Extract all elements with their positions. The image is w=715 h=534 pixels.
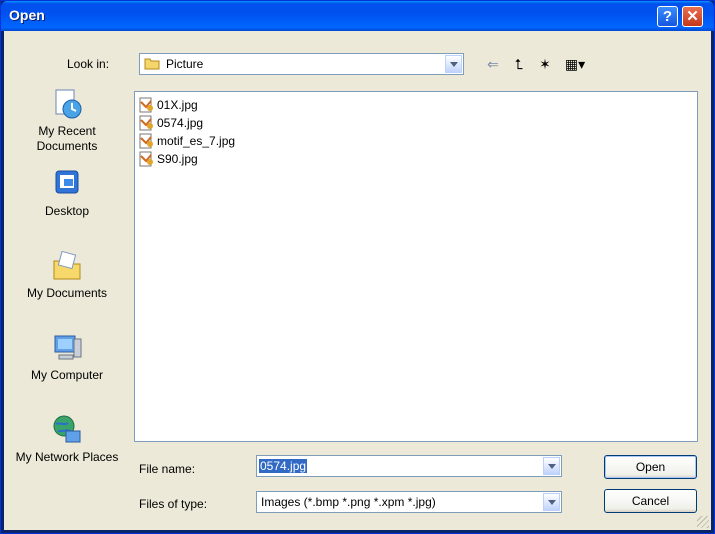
place-label: My Recent Documents (36, 124, 98, 153)
place-label: My Network Places (15, 450, 119, 464)
jpg-file-icon (139, 97, 153, 113)
place-my-computer[interactable]: My Computer (8, 331, 126, 383)
chevron-down-icon[interactable] (543, 493, 560, 511)
place-my-recent-documents[interactable]: My Recent Documents (8, 87, 126, 154)
place-my-network-places[interactable]: My Network Places (8, 413, 126, 465)
up-folder-button[interactable]: ⮤ (508, 53, 530, 75)
jpg-file-icon (139, 115, 153, 131)
chevron-down-icon[interactable] (445, 55, 462, 73)
jpg-file-icon (139, 151, 153, 167)
network-places-icon (53, 415, 81, 443)
file-list[interactable]: 01X.jpg 0574.jpg motif_es_7.jpg S90.jpg (134, 91, 698, 442)
recent-documents-icon (55, 89, 82, 119)
place-label: My Documents (26, 286, 108, 300)
close-button[interactable]: ✕ (682, 6, 703, 27)
open-dialog: Open ? ✕ Look in: Picture ⇐ ⮤ ✶ ▦▾ My Re… (0, 0, 715, 534)
resize-grip[interactable] (697, 516, 709, 528)
file-name: S90.jpg (157, 152, 198, 166)
jpg-file-icon (139, 133, 153, 149)
file-name: 0574.jpg (157, 116, 204, 130)
file-name-label: File name: (139, 462, 196, 476)
view-menu-button[interactable]: ▦▾ (560, 53, 590, 75)
back-button[interactable]: ⇐ (482, 53, 504, 75)
my-computer-icon (54, 335, 82, 360)
file-name: 01X.jpg (157, 98, 198, 112)
file-type-value: Images (*.bmp *.png *.xpm *.jpg) (261, 495, 436, 509)
file-name-value: 0574.jpg (259, 459, 308, 473)
file-type-select[interactable]: Images (*.bmp *.png *.xpm *.jpg) (256, 491, 562, 513)
dialog-body: Look in: Picture ⇐ ⮤ ✶ ▦▾ My Recent Docu… (4, 31, 711, 530)
open-button[interactable]: Open (604, 455, 697, 479)
chevron-down-icon[interactable] (543, 457, 560, 475)
place-desktop[interactable]: Desktop (8, 167, 126, 219)
window-title: Open (9, 7, 45, 23)
file-name: motif_es_7.jpg (157, 134, 236, 148)
lookin-combo[interactable]: Picture (139, 53, 464, 75)
place-label: My Computer (30, 368, 104, 382)
place-my-documents[interactable]: My Documents (8, 249, 126, 301)
cancel-button[interactable]: Cancel (604, 489, 697, 513)
my-documents-icon (53, 250, 81, 280)
title-bar[interactable]: Open ? ✕ (1, 1, 714, 31)
place-label: Desktop (44, 204, 90, 218)
help-button[interactable]: ? (657, 6, 678, 27)
desktop-icon (55, 170, 79, 194)
file-name-field[interactable]: 0574.jpg (256, 455, 562, 477)
lookin-label: Look in: (67, 57, 110, 71)
file-type-label: Files of type: (139, 497, 208, 511)
lookin-value: Picture (166, 57, 204, 71)
folder-icon (144, 58, 160, 70)
new-folder-button[interactable]: ✶ (534, 53, 556, 75)
